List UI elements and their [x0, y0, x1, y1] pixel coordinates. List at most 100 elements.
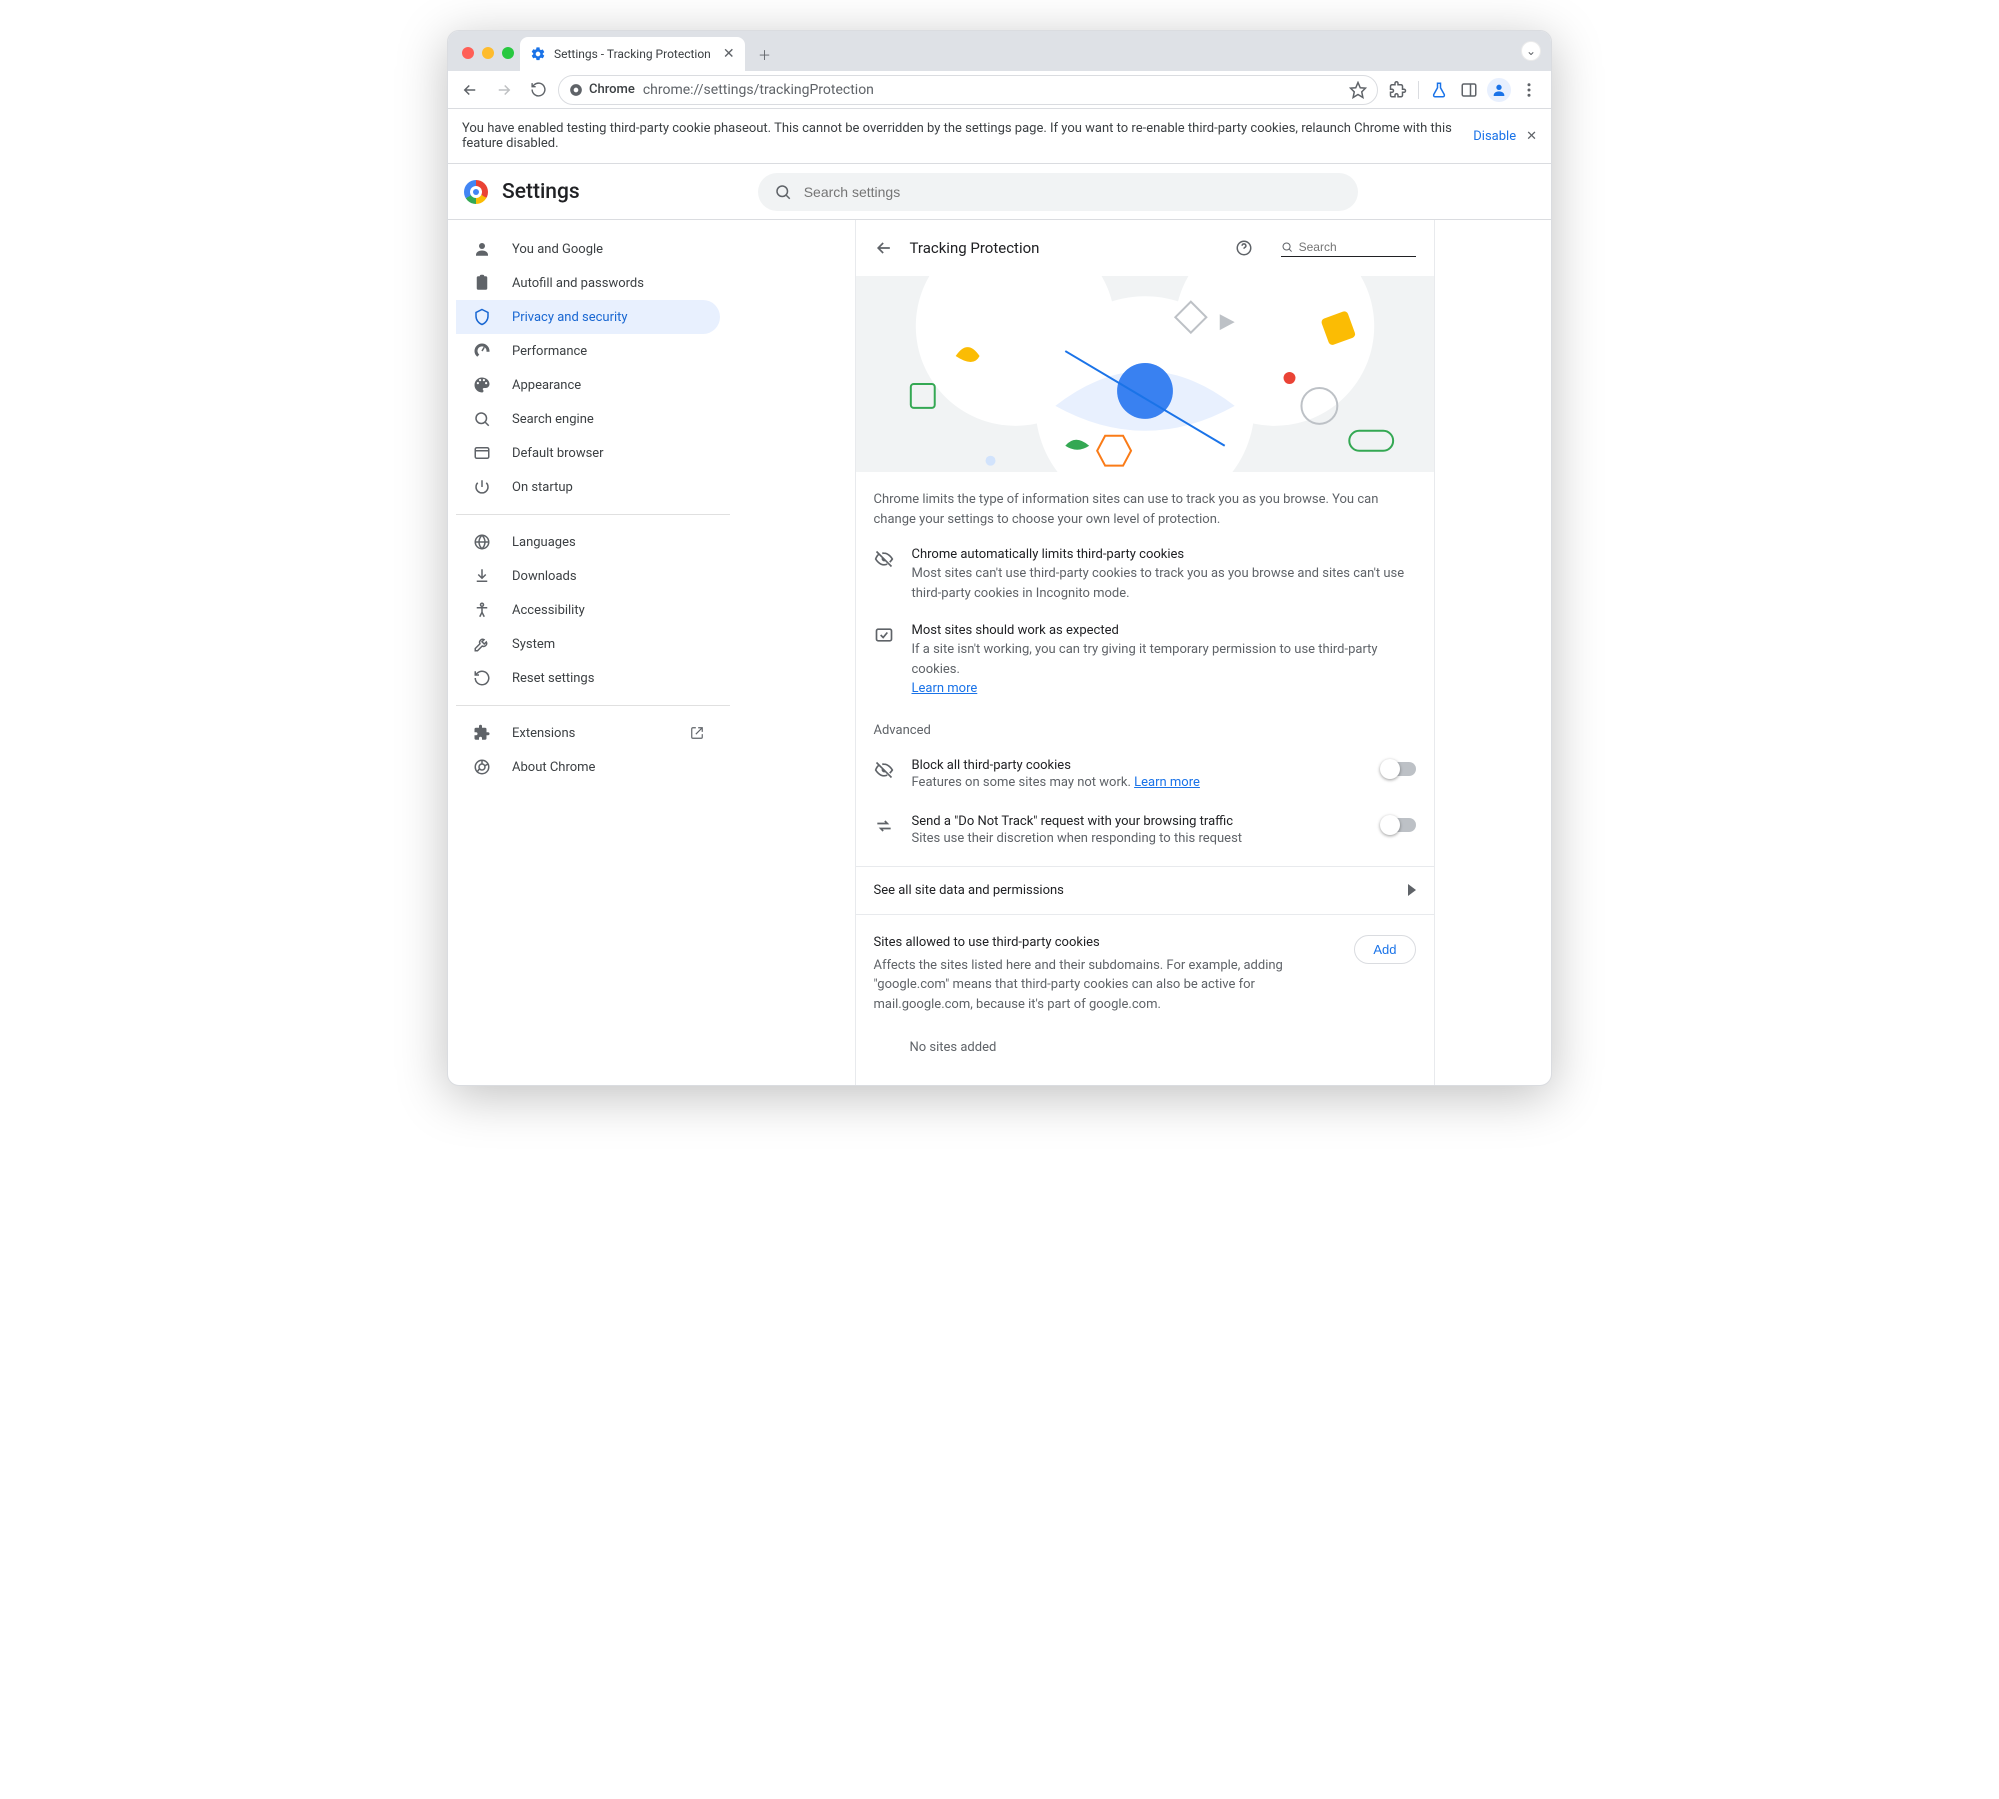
sidebar-divider [456, 514, 730, 515]
app-header: Settings [448, 164, 1551, 220]
help-icon[interactable] [1235, 239, 1253, 257]
panel-title: Tracking Protection [910, 239, 1040, 257]
sidebar: You and Google Autofill and passwords Pr… [448, 220, 738, 1085]
learn-more-link[interactable]: Learn more [1134, 775, 1200, 790]
reload-button[interactable] [524, 76, 552, 104]
back-button[interactable] [456, 76, 484, 104]
extensions-puzzle-icon[interactable] [1384, 76, 1412, 104]
check-box-icon [874, 623, 894, 699]
see-all-link[interactable]: See all site data and permissions [856, 866, 1434, 915]
person-icon [1487, 78, 1511, 102]
labs-flask-icon[interactable] [1425, 76, 1453, 104]
row-desc: Sites use their discretion when respondi… [912, 831, 1364, 846]
search-icon [1281, 240, 1293, 254]
address-bar[interactable]: Chrome chrome://settings/trackingProtect… [558, 75, 1378, 105]
puzzle-icon [472, 724, 492, 742]
sidebar-item-label: Autofill and passwords [512, 276, 644, 291]
sidebar-item-performance[interactable]: Performance [456, 334, 720, 368]
site-chip-label: Chrome [589, 82, 635, 97]
toolbar-right [1384, 76, 1543, 104]
sidebar-item-default-browser[interactable]: Default browser [456, 436, 720, 470]
search-icon [472, 410, 492, 428]
new-tab-button[interactable]: ＋ [751, 40, 779, 68]
sidebar-item-autofill[interactable]: Autofill and passwords [456, 266, 720, 300]
advanced-label: Advanced [856, 705, 1434, 746]
sidebar-item-appearance[interactable]: Appearance [456, 368, 720, 402]
info-bar-disable-link[interactable]: Disable [1473, 129, 1516, 144]
sidebar-item-label: You and Google [512, 242, 603, 257]
download-icon [472, 567, 492, 585]
main: Tracking Protection [738, 220, 1551, 1085]
panel-search[interactable] [1281, 240, 1416, 257]
person-icon [472, 240, 492, 258]
feature-desc-text: If a site isn't working, you can try giv… [912, 642, 1378, 677]
window-controls [456, 47, 520, 71]
sidebar-item-about[interactable]: About Chrome [456, 750, 720, 784]
sidebar-item-system[interactable]: System [456, 627, 720, 661]
sidebar-item-languages[interactable]: Languages [456, 525, 720, 559]
close-window-button[interactable] [462, 47, 474, 59]
settings-search[interactable] [758, 173, 1358, 211]
feature-title: Most sites should work as expected [912, 623, 1416, 638]
no-sites-label: No sites added [874, 1014, 1416, 1055]
search-icon [774, 183, 792, 201]
gear-icon [530, 46, 546, 62]
site-info-chip[interactable]: Chrome [569, 82, 635, 97]
feature-cookies: Chrome automatically limits third-party … [856, 537, 1434, 609]
add-site-button[interactable]: Add [1354, 935, 1415, 964]
sidebar-item-label: Reset settings [512, 671, 594, 686]
settings-search-input[interactable] [804, 184, 1342, 200]
maximize-window-button[interactable] [502, 47, 514, 59]
side-panel-icon[interactable] [1455, 76, 1483, 104]
tab-overflow-button[interactable]: ⌄ [1521, 41, 1541, 61]
eye-off-icon [874, 547, 894, 603]
panel-search-input[interactable] [1299, 240, 1416, 254]
kebab-menu-icon[interactable] [1515, 76, 1543, 104]
feature-desc: If a site isn't working, you can try giv… [912, 640, 1416, 699]
sidebar-divider [456, 705, 730, 706]
sidebar-item-label: Performance [512, 344, 587, 359]
sites-title: Sites allowed to use third-party cookies [874, 935, 1339, 950]
sidebar-item-privacy[interactable]: Privacy and security [456, 300, 720, 334]
see-all-label: See all site data and permissions [874, 883, 1064, 898]
sidebar-item-label: Languages [512, 535, 576, 550]
block-all-toggle[interactable] [1382, 762, 1416, 776]
url-text: chrome://settings/trackingProtection [643, 82, 874, 98]
learn-more-link[interactable]: Learn more [912, 681, 978, 696]
arrows-icon [874, 814, 894, 836]
toolbar-divider [1418, 81, 1419, 99]
sidebar-item-label: Search engine [512, 412, 594, 427]
browser-tab[interactable]: Settings - Tracking Protection ✕ [520, 37, 745, 71]
clipboard-icon [472, 274, 492, 292]
panel-header: Tracking Protection [856, 220, 1434, 276]
hero-illustration [856, 276, 1434, 472]
sidebar-item-on-startup[interactable]: On startup [456, 470, 720, 504]
brand: Settings [464, 180, 580, 204]
minimize-window-button[interactable] [482, 47, 494, 59]
sidebar-item-search-engine[interactable]: Search engine [456, 402, 720, 436]
profile-avatar[interactable] [1485, 76, 1513, 104]
sidebar-item-extensions[interactable]: Extensions [456, 716, 720, 750]
info-bar: You have enabled testing third-party coo… [448, 109, 1551, 164]
reset-icon [472, 669, 492, 687]
panel-back-button[interactable] [874, 238, 894, 258]
browser-icon [472, 444, 492, 462]
forward-button[interactable] [490, 76, 518, 104]
sidebar-item-reset[interactable]: Reset settings [456, 661, 720, 695]
sidebar-item-accessibility[interactable]: Accessibility [456, 593, 720, 627]
sidebar-item-downloads[interactable]: Downloads [456, 559, 720, 593]
eye-off-icon [874, 758, 894, 780]
info-bar-message: You have enabled testing third-party coo… [462, 121, 1457, 151]
sidebar-item-you-and-google[interactable]: You and Google [456, 232, 720, 266]
sidebar-item-label: Appearance [512, 378, 581, 393]
speedometer-icon [472, 342, 492, 360]
row-block-all: Block all third-party cookies Features o… [856, 746, 1434, 802]
close-tab-button[interactable]: ✕ [723, 46, 735, 62]
info-bar-close-button[interactable]: ✕ [1526, 129, 1537, 144]
chrome-outline-icon [472, 758, 492, 776]
bookmark-star-icon[interactable] [1349, 81, 1367, 99]
dnt-toggle[interactable] [1382, 818, 1416, 832]
feature-works: Most sites should work as expected If a … [856, 609, 1434, 705]
tab-strip: Settings - Tracking Protection ✕ ＋ ⌄ [448, 31, 1551, 71]
tab-title: Settings - Tracking Protection [554, 47, 711, 61]
